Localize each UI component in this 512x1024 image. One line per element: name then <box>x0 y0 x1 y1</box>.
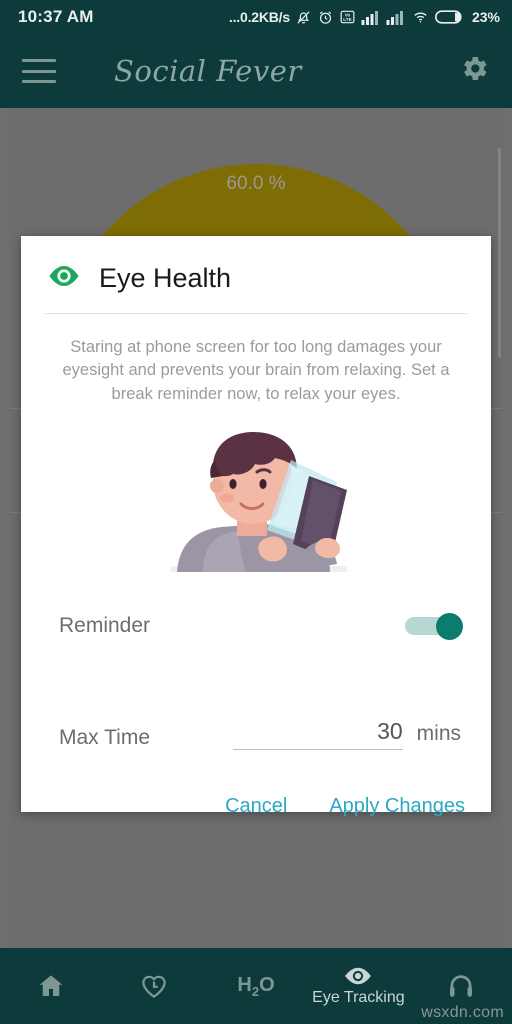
eye-icon <box>345 967 372 985</box>
nav-item-home[interactable] <box>0 948 102 1024</box>
boy-using-tablet-illustration <box>21 420 491 580</box>
max-time-field[interactable] <box>232 718 403 751</box>
nav-item-eye-tracking[interactable]: Eye Tracking <box>307 948 409 1024</box>
dialog-title: Eye Health <box>99 262 232 293</box>
max-time-input[interactable] <box>232 718 403 746</box>
eye-health-dialog: Eye Health Staring at phone screen for t… <box>21 236 491 817</box>
bell-muted-icon <box>297 10 310 24</box>
alarm-clock-icon <box>319 10 332 24</box>
reminder-row: Reminder <box>21 598 491 654</box>
max-time-unit-label: mins <box>416 722 461 746</box>
toggle-thumb <box>436 613 463 641</box>
dialog-description: Staring at phone screen for too long dam… <box>62 338 450 403</box>
apply-changes-button[interactable]: Apply Changes <box>327 791 467 822</box>
watermark-text: wsxdn.com <box>421 1004 504 1021</box>
volte-icon: Vo LTE <box>340 10 355 24</box>
dialog-header: Eye Health <box>21 236 491 298</box>
dialog-actions: Cancel Apply Changes <box>21 786 491 826</box>
bottom-navigation-bar: H2O Eye Tracking wsxdn.com <box>0 948 512 1024</box>
wifi-icon <box>414 12 427 23</box>
h2o-icon: H2O <box>237 973 275 999</box>
network-speed-text: ...0.2KB/s <box>228 9 290 25</box>
svg-text:LTE: LTE <box>343 17 351 22</box>
reminder-toggle[interactable] <box>405 613 463 641</box>
gauge-percent-label: 60.0 % <box>226 173 286 194</box>
nav-item-health[interactable] <box>102 948 204 1024</box>
status-bar: 10:37 AM ...0.2KB/s Vo LTE 23% <box>0 0 512 34</box>
app-bar: Social Fever <box>0 34 512 108</box>
eye-icon <box>47 264 81 293</box>
cancel-button[interactable]: Cancel <box>223 791 289 822</box>
status-icons-group: ...0.2KB/s Vo LTE 23% <box>229 9 500 26</box>
max-time-row: Max Time mins <box>21 698 491 751</box>
max-time-label: Max Time <box>59 726 151 750</box>
gear-icon[interactable] <box>458 53 490 90</box>
heart-clock-icon <box>141 975 166 998</box>
app-title: Social Fever <box>114 54 302 88</box>
battery-icon <box>434 10 462 24</box>
reminder-label: Reminder <box>59 614 151 638</box>
dialog-divider <box>45 313 467 314</box>
nav-item-water[interactable]: H2O <box>205 948 307 1024</box>
status-time: 10:37 AM <box>18 7 94 26</box>
signal-bars-icon <box>361 11 378 25</box>
headphones-icon <box>449 975 472 997</box>
signal-bars-icon <box>386 11 403 25</box>
hamburger-menu-icon[interactable] <box>22 59 56 83</box>
battery-percent-text: 23% <box>471 9 500 25</box>
nav-item-label: Eye Tracking <box>312 989 405 1006</box>
home-icon <box>39 975 63 996</box>
app-screen: 10:37 AM ...0.2KB/s Vo LTE 23% Social Fe… <box>0 0 512 1024</box>
